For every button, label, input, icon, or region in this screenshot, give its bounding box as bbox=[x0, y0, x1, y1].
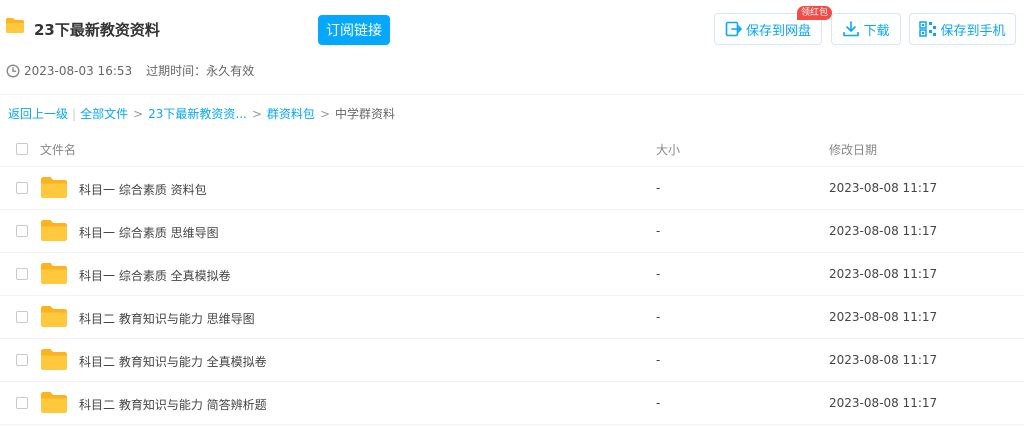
file-size: - bbox=[656, 396, 661, 410]
folder-icon bbox=[41, 220, 67, 241]
file-name[interactable]: 科目一 综合素质 全真模拟卷 bbox=[79, 267, 231, 284]
file-date: 2023-08-08 11:17 bbox=[829, 224, 938, 238]
qr-phone-icon bbox=[919, 21, 937, 37]
breadcrumb-current: 中学群资料 bbox=[335, 107, 396, 121]
row-checkbox[interactable] bbox=[16, 182, 28, 194]
breadcrumb-level2-link[interactable]: 群资料包 bbox=[267, 105, 315, 122]
download-label: 下载 bbox=[863, 23, 890, 39]
table-row[interactable]: 科目一 综合素质 全真模拟卷 - 2023-08-08 11:17 bbox=[0, 253, 1024, 296]
folder-icon bbox=[41, 306, 67, 327]
breadcrumb: 返回上一级 | 全部文件 > 23下最新教资资... > 群资料包 > 中学群资… bbox=[8, 105, 395, 122]
breadcrumb-separator: > bbox=[133, 106, 144, 121]
folder-icon bbox=[41, 177, 67, 198]
file-name[interactable]: 科目一 综合素质 思维导图 bbox=[79, 224, 219, 241]
file-table-header: 文件名 大小 修改日期 bbox=[0, 131, 1024, 167]
column-header-size[interactable]: 大小 bbox=[656, 141, 680, 158]
clock-icon bbox=[6, 63, 20, 78]
file-name[interactable]: 科目二 教育知识与能力 全真模拟卷 bbox=[79, 353, 267, 370]
row-checkbox[interactable] bbox=[16, 354, 28, 366]
file-size: - bbox=[656, 181, 661, 195]
table-row[interactable]: 科目二 教育知识与能力 全真模拟卷 - 2023-08-08 11:17 bbox=[0, 339, 1024, 382]
folder-icon bbox=[41, 263, 67, 284]
file-name[interactable]: 科目一 综合素质 资料包 bbox=[79, 181, 207, 198]
folder-icon bbox=[6, 18, 24, 33]
table-row[interactable]: 科目一 综合素质 资料包 - 2023-08-08 11:17 bbox=[0, 167, 1024, 210]
file-size: - bbox=[656, 353, 661, 367]
save-to-phone-button[interactable]: 保存到手机 bbox=[909, 13, 1016, 45]
row-checkbox[interactable] bbox=[16, 268, 28, 280]
header-divider bbox=[0, 94, 1024, 95]
breadcrumb-back-link[interactable]: 返回上一级 bbox=[8, 105, 68, 122]
table-row[interactable]: 科目一 综合素质 思维导图 - 2023-08-08 11:17 bbox=[0, 210, 1024, 253]
share-meta: 2023-08-03 16:53 过期时间：永久有效 bbox=[6, 62, 254, 79]
save-to-phone-label: 保存到手机 bbox=[940, 23, 1006, 39]
folder-icon bbox=[41, 349, 67, 370]
download-icon bbox=[843, 21, 860, 37]
row-checkbox[interactable] bbox=[16, 311, 28, 323]
file-size: - bbox=[656, 267, 661, 281]
file-name[interactable]: 科目二 教育知识与能力 简答辨析题 bbox=[79, 396, 267, 413]
column-header-name[interactable]: 文件名 bbox=[40, 141, 76, 158]
breadcrumb-separator: > bbox=[251, 106, 262, 121]
folder-icon bbox=[41, 392, 67, 413]
file-date: 2023-08-08 11:17 bbox=[829, 396, 938, 410]
red-packet-badge: 领红包 bbox=[797, 6, 833, 20]
share-time: 2023-08-03 16:53 bbox=[24, 63, 133, 78]
select-all-checkbox[interactable] bbox=[16, 143, 28, 155]
row-checkbox[interactable] bbox=[16, 397, 28, 409]
file-name[interactable]: 科目二 教育知识与能力 思维导图 bbox=[79, 310, 255, 327]
row-checkbox[interactable] bbox=[16, 225, 28, 237]
breadcrumb-level1-link[interactable]: 23下最新教资资... bbox=[148, 105, 247, 122]
table-row[interactable]: 科目二 教育知识与能力 简答辨析题 - 2023-08-08 11:17 bbox=[0, 382, 1024, 425]
file-date: 2023-08-08 11:17 bbox=[829, 353, 938, 367]
file-date: 2023-08-08 11:17 bbox=[829, 310, 938, 324]
download-button[interactable]: 下载 bbox=[831, 13, 901, 45]
file-date: 2023-08-08 11:17 bbox=[829, 181, 938, 195]
table-row[interactable]: 科目二 教育知识与能力 思维导图 - 2023-08-08 11:17 bbox=[0, 296, 1024, 339]
save-to-disk-icon bbox=[725, 21, 742, 37]
file-size: - bbox=[656, 224, 661, 238]
breadcrumb-separator: > bbox=[319, 106, 330, 121]
save-to-disk-label: 保存到网盘 bbox=[745, 23, 811, 39]
file-list: 科目一 综合素质 资料包 - 2023-08-08 11:17 科目一 综合素质… bbox=[0, 167, 1024, 425]
column-header-date[interactable]: 修改日期 bbox=[829, 141, 877, 158]
file-date: 2023-08-08 11:17 bbox=[829, 267, 938, 281]
page-title: 23下最新教资资料 bbox=[34, 21, 160, 39]
breadcrumb-divider: | bbox=[72, 106, 77, 121]
expire-time: 过期时间：永久有效 bbox=[146, 64, 255, 78]
file-size: - bbox=[656, 310, 661, 324]
breadcrumb-all-files-link[interactable]: 全部文件 bbox=[80, 105, 128, 122]
subscribe-link-button[interactable]: 订阅链接 bbox=[318, 15, 390, 45]
